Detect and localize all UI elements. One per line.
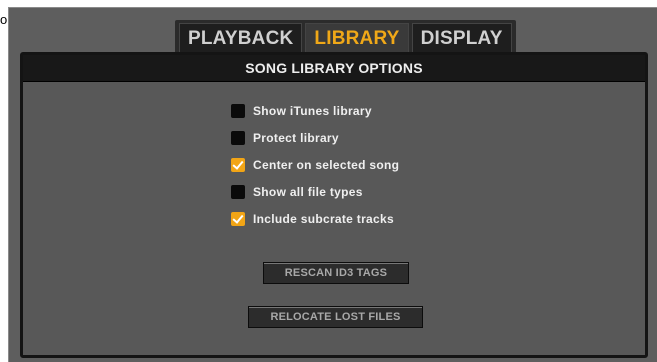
option-label: Show all file types bbox=[253, 184, 363, 199]
option-include-subcrate-tracks[interactable]: Include subcrate tracks bbox=[231, 205, 399, 232]
option-center-on-selected-song[interactable]: Center on selected song bbox=[231, 151, 399, 178]
option-label: Center on selected song bbox=[253, 157, 400, 172]
section-title: SONG LIBRARY OPTIONS bbox=[23, 55, 645, 82]
checkbox[interactable] bbox=[231, 103, 245, 118]
checkbox[interactable] bbox=[231, 157, 245, 172]
options-list: Show iTunes library Protect library Cent… bbox=[231, 97, 399, 232]
tab-display[interactable]: DISPLAY bbox=[411, 23, 512, 54]
checkbox[interactable] bbox=[231, 130, 245, 145]
option-show-all-file-types[interactable]: Show all file types bbox=[231, 178, 399, 205]
settings-panel: PLAYBACK LIBRARY DISPLAY SONG LIBRARY OP… bbox=[8, 7, 657, 362]
option-label: Show iTunes library bbox=[253, 103, 372, 118]
option-show-itunes-library[interactable]: Show iTunes library bbox=[231, 97, 399, 124]
checkbox[interactable] bbox=[231, 211, 245, 226]
checkbox[interactable] bbox=[231, 184, 245, 199]
truncated-edge-text: or bbox=[0, 12, 8, 27]
option-label: Include subcrate tracks bbox=[253, 211, 394, 226]
rescan-id3-tags-button[interactable]: RESCAN ID3 TAGS bbox=[263, 262, 409, 284]
relocate-lost-files-button[interactable]: RELOCATE LOST FILES bbox=[248, 306, 423, 328]
option-protect-library[interactable]: Protect library bbox=[231, 124, 399, 151]
song-library-options-section: SONG LIBRARY OPTIONS Show iTunes library… bbox=[20, 52, 648, 358]
tab-library[interactable]: LIBRARY bbox=[305, 23, 409, 54]
option-label: Protect library bbox=[253, 130, 339, 145]
tab-bar: PLAYBACK LIBRARY DISPLAY bbox=[175, 20, 516, 54]
tab-playback[interactable]: PLAYBACK bbox=[179, 23, 303, 54]
